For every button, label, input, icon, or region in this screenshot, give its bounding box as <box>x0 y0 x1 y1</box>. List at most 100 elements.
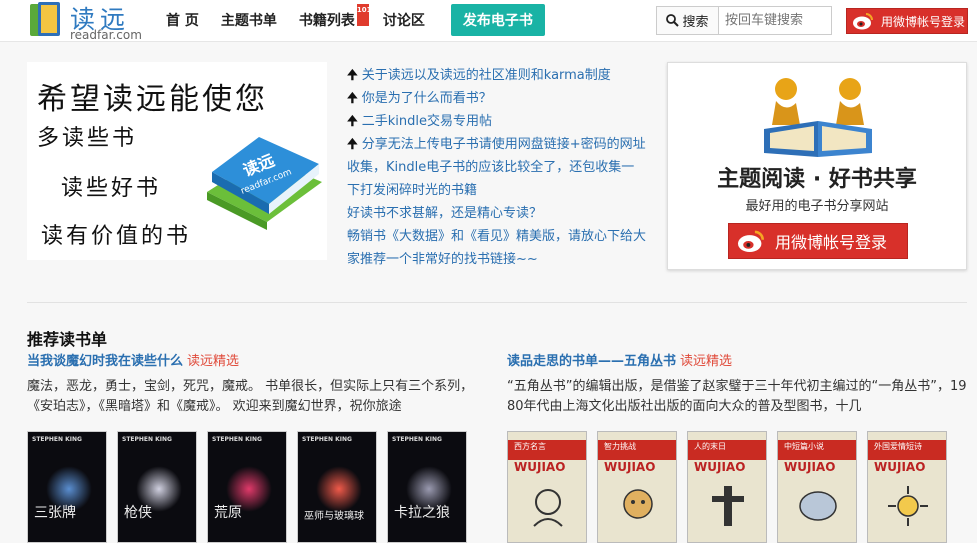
pinned-arrow-icon: 🠉 <box>347 137 358 152</box>
search-button-label: 搜索 <box>682 15 709 30</box>
cover-series: WUJIAO <box>784 460 836 474</box>
reading-figures-illustration <box>764 78 872 157</box>
cover-art <box>623 489 653 519</box>
book-list-card: 当我谈魔幻时我在读些什么 读远精选 魔法，恶龙，勇士，宝剑，死咒，魔戒。 书单很长… <box>27 350 487 543</box>
nav-book-list[interactable]: 书籍列表 101 <box>298 4 372 30</box>
cover-author: STEPHEN KING <box>122 436 172 443</box>
top-header: 读远 readfar.com 首 页 主题书单 书籍列表 101 讨论区 发布电… <box>0 0 977 42</box>
nav-topic-lists[interactable]: 主题书单 <box>221 10 277 30</box>
weibo-login-label: 用微博帐号登录 <box>881 14 966 29</box>
book-list-description: “五角丛书”的编辑出版，是借鉴了赵家璧于三十年代初主编过的“一角丛书”，1980… <box>507 379 967 414</box>
book-list-title-text: 读品走思的书单——五角丛书 <box>507 354 677 369</box>
notice-item[interactable]: 畅销书《大数据》和《看见》精美版，请放心下给大家推荐一个非常好的找书链接~~ <box>347 225 647 271</box>
main-nav: 首 页 主题书单 书籍列表 101 讨论区 发布电子书 <box>160 0 545 40</box>
nav-home[interactable]: 首 页 <box>166 10 199 30</box>
notice-item[interactable]: 🠉 二手kindle交易专用帖 <box>347 110 647 133</box>
search-input[interactable] <box>719 7 831 34</box>
cover-series: WUJIAO <box>604 460 656 474</box>
cover-title: 卡拉之狼 <box>394 505 450 521</box>
weibo-icon <box>853 13 873 30</box>
slogan-line-1: 希望读远能使您 <box>37 82 268 117</box>
cover-art <box>799 491 837 521</box>
publish-ebook-button[interactable]: 发布电子书 <box>450 4 545 36</box>
cover-series: WUJIAO <box>694 460 746 474</box>
book-list-title[interactable]: 读品走思的书单——五角丛书 读远精选 <box>507 350 967 369</box>
pinned-arrow-icon: 🠉 <box>347 91 358 106</box>
nav-forum[interactable]: 讨论区 <box>383 10 425 30</box>
book-cover[interactable]: 中短篇小说 WUJIAO <box>777 431 857 543</box>
featured-tag: 读远精选 <box>680 354 733 369</box>
promo-subtitle: 最好用的电子书分享网站 <box>745 199 889 214</box>
cover-row: STEPHEN KING 三张牌 STEPHEN KING 枪侠 STEPHEN… <box>27 431 487 543</box>
new-badge: 101 <box>356 4 372 26</box>
notice-item[interactable]: 🠉 关于读远以及读远的社区准则和karma制度 <box>347 64 647 87</box>
slogan-banner: 希望读远能使您 多读些书 读些好书 读有价值的书 读远 readfar.com <box>27 62 327 260</box>
section-divider <box>27 302 967 303</box>
weibo-login-label: 用微博帐号登录 <box>775 233 888 252</box>
book-cover[interactable]: 人的末日 WUJIAO <box>687 431 767 543</box>
cover-series: WUJIAO <box>514 460 566 474</box>
book-list-title[interactable]: 当我谈魔幻时我在读些什么 读远精选 <box>27 350 487 369</box>
cover-title: 西方名言 <box>514 442 546 451</box>
promo-panel: 主题阅读 · 好书共享 最好用的电子书分享网站 用微博帐号登录 <box>667 62 967 270</box>
book-list-description: 魔法，恶龙，勇士，宝剑，死咒，魔戒。 书单很长，但实际上只有三个系列，《安珀志》… <box>27 379 474 414</box>
cover-title: 智力挑战 <box>604 442 636 451</box>
logo-domain: readfar.com <box>70 28 142 42</box>
cover-title: 巫师与玻璃球 <box>304 511 364 522</box>
cover-author: STEPHEN KING <box>32 436 82 443</box>
cover-title: 人的末日 <box>694 442 726 451</box>
search-box: 搜索 <box>656 6 832 35</box>
cover-author: STEPHEN KING <box>302 436 352 443</box>
slogan-line-2: 多读些书 <box>37 126 138 151</box>
book-cover[interactable]: 智力挑战 WUJIAO <box>597 431 677 543</box>
slogan-line-4: 读有价值的书 <box>41 224 192 249</box>
pinned-arrow-icon: 🠉 <box>347 114 358 129</box>
notice-text: 二手kindle交易专用帖 <box>361 114 493 129</box>
weibo-icon <box>738 230 764 253</box>
cover-title: 枪侠 <box>124 505 152 521</box>
book-cover[interactable]: 西方名言 WUJIAO <box>507 431 587 543</box>
book-logo-icon <box>30 2 62 38</box>
promo-title: 主题阅读 · 好书共享 <box>717 167 917 192</box>
cover-title: 三张牌 <box>34 505 76 521</box>
cover-author: STEPHEN KING <box>212 436 262 443</box>
cover-title: 荒原 <box>214 505 242 521</box>
book-cover[interactable]: STEPHEN KING 卡拉之狼 <box>387 431 467 543</box>
book-list-card: 读品走思的书单——五角丛书 读远精选 “五角丛书”的编辑出版，是借鉴了赵家璧于三十… <box>507 350 967 543</box>
notice-item[interactable]: 好读书不求甚解，还是精心专读？ <box>347 202 647 225</box>
book-cover[interactable]: STEPHEN KING 巫师与玻璃球 <box>297 431 377 543</box>
book-cover[interactable]: 外国爱情短诗 WUJIAO <box>867 431 947 543</box>
cover-author: STEPHEN KING <box>392 436 442 443</box>
notice-item[interactable]: 🠉 分享无法上传电子书请使用网盘链接+密码的网址收集，Kindle电子书的应该比较… <box>347 133 647 202</box>
weibo-login-button-large[interactable]: 用微博帐号登录 <box>728 223 908 259</box>
notice-text: 好读书不求甚解，还是精心专读？ <box>347 206 543 221</box>
book-cover[interactable]: STEPHEN KING 荒原 <box>207 431 287 543</box>
slogan-line-3: 读些好书 <box>61 176 162 201</box>
notice-text: 畅销书《大数据》和《看见》精美版，请放心下给大家推荐一个非常好的找书链接~~ <box>347 229 647 267</box>
cover-title: 中短篇小说 <box>784 442 824 451</box>
weibo-login-button[interactable]: 用微博帐号登录 <box>846 8 968 34</box>
notice-item[interactable]: 🠉 你是为了什么而看书？ <box>347 87 647 110</box>
section-title: 推荐读书单 <box>27 330 108 349</box>
notice-text: 分享无法上传电子书请使用网盘链接+密码的网址收集，Kindle电子书的应该比较全… <box>347 137 646 198</box>
notice-text: 你是为了什么而看书？ <box>361 91 492 106</box>
cover-row: 西方名言 WUJIAO 智力挑战 WUJIAO 人的末日 WUJIAO 中短篇小… <box>507 431 967 543</box>
cover-art <box>533 489 563 527</box>
cover-art <box>316 466 362 512</box>
book-cover[interactable]: STEPHEN KING 枪侠 <box>117 431 197 543</box>
search-icon <box>666 14 680 27</box>
notice-list: 🠉 关于读远以及读远的社区准则和karma制度 🠉 你是为了什么而看书？ 🠉 二手ki… <box>347 64 647 271</box>
cover-title: 外国爱情短诗 <box>874 442 922 451</box>
search-button[interactable]: 搜索 <box>657 7 719 34</box>
cover-art <box>888 486 928 526</box>
book-list-title-text: 当我谈魔幻时我在读些什么 <box>27 354 184 369</box>
site-logo[interactable]: 读远 readfar.com <box>30 2 150 42</box>
cover-series: WUJIAO <box>874 460 926 474</box>
pinned-arrow-icon: 🠉 <box>347 68 358 83</box>
book-cover[interactable]: STEPHEN KING 三张牌 <box>27 431 107 543</box>
nav-book-list-label: 书籍列表 <box>298 13 355 29</box>
readfar-book-illustration: 读远 readfar.com <box>207 137 322 230</box>
notice-text: 关于读远以及读远的社区准则和karma制度 <box>361 68 611 83</box>
featured-tag: 读远精选 <box>187 354 240 369</box>
cover-art <box>712 486 744 526</box>
